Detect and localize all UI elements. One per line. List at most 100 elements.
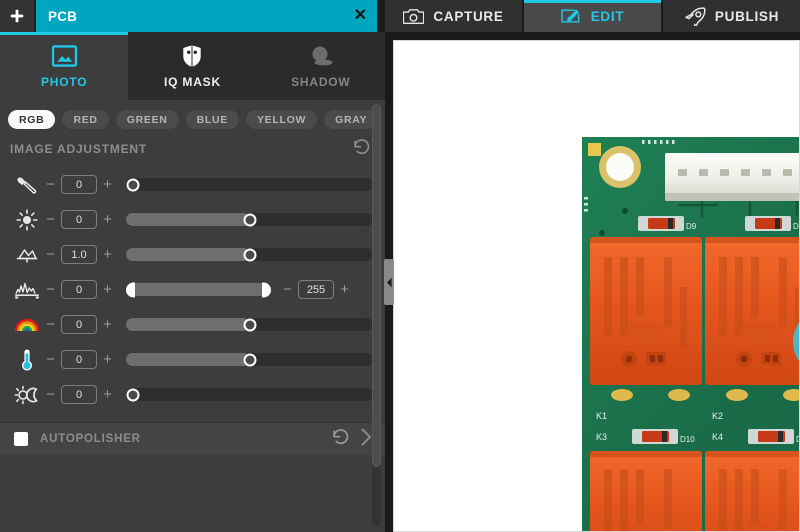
panel-content: RGB RED GREEN BLUE YELLOW GRAY IMAGE ADJ… <box>0 100 385 455</box>
adjustment-row-saturation: − 0 + <box>0 307 385 342</box>
panel-collapse-handle[interactable] <box>384 259 394 305</box>
levels-high-value-input[interactable]: 255 <box>298 280 334 299</box>
levels-low-handle[interactable] <box>126 282 135 297</box>
channel-green[interactable]: GREEN <box>116 110 179 129</box>
temperature-value-input[interactable]: 0 <box>61 350 97 369</box>
main-body: PHOTO IQ MASK <box>0 32 800 532</box>
channel-blue[interactable]: BLUE <box>186 110 239 129</box>
edit-panel: PHOTO IQ MASK <box>0 32 385 532</box>
saturation-value-input[interactable]: 0 <box>61 315 97 334</box>
channel-rgb[interactable]: RGB <box>8 110 55 129</box>
adjustment-row-contrast: − 1.0 + <box>0 237 385 272</box>
autopolisher-actions <box>331 427 373 451</box>
levels-high-plus-button[interactable]: + <box>338 282 351 297</box>
channel-yellow-label: YELLOW <box>257 114 306 126</box>
levels-high-handle[interactable] <box>262 282 271 297</box>
saturation-slider[interactable] <box>126 318 373 331</box>
channel-gray[interactable]: GRAY <box>324 110 378 129</box>
svg-text:D11: D11 <box>796 435 800 444</box>
channel-selector: RGB RED GREEN BLUE YELLOW GRAY <box>0 100 385 137</box>
saturation-slider-handle[interactable] <box>243 318 256 331</box>
tab-publish[interactable]: PUBLISH <box>663 0 800 32</box>
document-tab-pcb[interactable]: PCB ✕ <box>36 0 377 32</box>
adjustment-rows: − 0 + <box>0 163 385 412</box>
tab-capture[interactable]: CAPTURE <box>385 0 524 32</box>
panel-scrollbar[interactable] <box>372 104 381 526</box>
adjustment-row-shadow-tone: − 0 + <box>0 377 385 412</box>
autopolisher-checkbox[interactable] <box>14 432 28 446</box>
levels-low-minus-button[interactable]: − <box>44 282 57 297</box>
rocket-icon <box>684 7 706 26</box>
chevron-left-icon <box>386 277 393 288</box>
sharpness-plus-button[interactable]: + <box>101 177 114 192</box>
reset-arrow-icon[interactable] <box>331 427 350 451</box>
channel-red[interactable]: RED <box>62 110 108 129</box>
contrast-plus-button[interactable]: + <box>101 247 114 262</box>
stepper-levels-low: − 0 + <box>44 280 114 299</box>
levels-range-fill <box>130 283 267 296</box>
saturation-slider-fill <box>126 318 250 331</box>
photo-icon <box>52 43 77 69</box>
shadow-tone-minus-button[interactable]: − <box>44 387 57 402</box>
svg-text:K4: K4 <box>712 432 723 442</box>
sidebar-item-photo-label: PHOTO <box>41 75 87 89</box>
sun-icon <box>10 209 44 231</box>
sharpness-value-input[interactable]: 0 <box>61 175 97 194</box>
image-adjustment-header: IMAGE ADJUSTMENT <box>0 137 385 163</box>
temperature-plus-button[interactable]: + <box>101 352 114 367</box>
saturation-plus-button[interactable]: + <box>101 317 114 332</box>
levels-low-value-input[interactable]: 0 <box>61 280 97 299</box>
tab-publish-label: PUBLISH <box>715 9 779 24</box>
panel-sub-tabs: PHOTO IQ MASK <box>0 32 385 100</box>
image-canvas[interactable]: J4 <box>393 40 800 532</box>
pcb-image: J4 <box>582 137 800 532</box>
sharpness-minus-button[interactable]: − <box>44 177 57 192</box>
svg-text:D8: D8 <box>793 222 800 231</box>
stepper-saturation: − 0 + <box>44 315 114 334</box>
temperature-slider-handle[interactable] <box>243 353 256 366</box>
shadow-tone-plus-button[interactable]: + <box>101 387 114 402</box>
brightness-slider-handle[interactable] <box>243 213 256 226</box>
svg-text:D10: D10 <box>680 435 695 444</box>
add-document-button[interactable] <box>0 0 34 32</box>
camera-icon <box>403 8 424 25</box>
adjustment-row-sharpness: − 0 + <box>0 167 385 202</box>
levels-low-plus-button[interactable]: + <box>101 282 114 297</box>
temperature-minus-button[interactable]: − <box>44 352 57 367</box>
contrast-minus-button[interactable]: − <box>44 247 57 262</box>
reset-arrow-icon[interactable] <box>352 137 371 161</box>
close-icon[interactable]: ✕ <box>354 8 367 24</box>
sidebar-item-shadow[interactable]: SHADOW <box>257 32 385 100</box>
svg-text:D9: D9 <box>686 222 697 231</box>
contrast-slider[interactable] <box>126 248 373 261</box>
brightness-minus-button[interactable]: − <box>44 212 57 227</box>
panel-scrollbar-thumb[interactable] <box>372 104 381 467</box>
sidebar-item-shadow-label: SHADOW <box>291 75 350 89</box>
tab-edit[interactable]: EDIT <box>524 0 663 32</box>
autopolisher-row: AUTOPOLISHER <box>0 423 385 455</box>
adjustment-row-temperature: − 0 + <box>0 342 385 377</box>
sidebar-item-iq-mask-label: IQ MASK <box>164 75 221 89</box>
brightness-value-input[interactable]: 0 <box>61 210 97 229</box>
brightness-slider[interactable] <box>126 213 373 226</box>
sharpness-slider[interactable] <box>126 178 373 191</box>
shadow-tone-slider[interactable] <box>126 388 373 401</box>
levels-high-minus-button[interactable]: − <box>281 282 294 297</box>
contrast-slider-handle[interactable] <box>243 248 256 261</box>
contrast-icon <box>10 245 44 265</box>
shadow-tone-value-input[interactable]: 0 <box>61 385 97 404</box>
channel-yellow[interactable]: YELLOW <box>246 110 317 129</box>
contrast-value-input[interactable]: 1.0 <box>61 245 97 264</box>
sidebar-item-photo[interactable]: PHOTO <box>0 32 128 100</box>
document-tab-zone: PCB ✕ <box>0 0 385 32</box>
shadow-tone-slider-handle[interactable] <box>127 388 140 401</box>
sun-moon-icon <box>10 385 44 405</box>
saturation-minus-button[interactable]: − <box>44 317 57 332</box>
temperature-slider[interactable] <box>126 353 373 366</box>
levels-range-slider[interactable] <box>126 283 271 296</box>
stepper-contrast: − 1.0 + <box>44 245 114 264</box>
sharpness-slider-handle[interactable] <box>127 178 140 191</box>
temperature-slider-fill <box>126 353 250 366</box>
sidebar-item-iq-mask[interactable]: IQ MASK <box>128 32 256 100</box>
brightness-plus-button[interactable]: + <box>101 212 114 227</box>
